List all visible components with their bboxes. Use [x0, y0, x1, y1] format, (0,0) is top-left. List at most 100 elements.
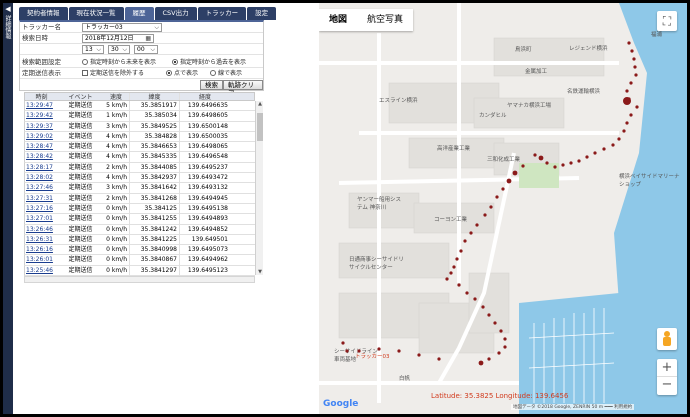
col-event[interactable]: イベント — [58, 93, 103, 101]
track-point[interactable] — [630, 49, 634, 53]
table-row[interactable]: 13:25:46 定期送信 0 km/h 35.3841297 139.6495123 — [24, 265, 255, 277]
track-point[interactable] — [625, 121, 629, 125]
table-scrollbar[interactable]: ▲ ▼ — [255, 101, 263, 275]
track-point[interactable] — [622, 129, 626, 133]
track-point[interactable] — [602, 147, 606, 151]
row-time-link[interactable]: 13:28:17 — [25, 163, 58, 172]
table-row[interactable]: 13:26:46 定期送信 0 km/h 35.3841242 139.6494852 — [24, 224, 255, 235]
detail-side-strip[interactable]: ◀ 詳細情報 — [3, 3, 13, 414]
track-point[interactable] — [533, 153, 537, 157]
hour-select[interactable]: 13 ⌵ — [82, 45, 104, 54]
track-point[interactable] — [455, 257, 459, 261]
track-point[interactable] — [632, 57, 636, 61]
map-view[interactable]: 福浦 レジェンド横浜 鳥浜町 金属加工 名鉄運輸横浜 エスライン横浜 ヤマナカ横… — [319, 3, 687, 414]
track-point[interactable] — [459, 249, 463, 253]
table-row[interactable]: 13:26:31 定期送信 0 km/h 35.3841225 139.649501 — [24, 234, 255, 246]
row-time-link[interactable]: 13:27:01 — [25, 214, 58, 223]
track-point[interactable] — [499, 329, 503, 333]
track-point[interactable] — [341, 341, 345, 345]
track-point[interactable] — [437, 357, 441, 361]
track-point[interactable] — [625, 89, 629, 93]
table-row[interactable]: 13:26:01 定期送信 0 km/h 35.3840867 139.6494962 — [24, 255, 255, 266]
clear-track-button[interactable]: 軌跡クリア — [223, 80, 263, 97]
pegman-icon[interactable] — [657, 328, 677, 350]
scroll-up-icon[interactable]: ▲ — [256, 101, 264, 107]
track-point[interactable] — [445, 277, 449, 281]
track-point[interactable] — [497, 351, 501, 355]
table-row[interactable]: 13:28:17 定期送信 2 km/h 35.3844085 139.6495237 — [24, 162, 255, 174]
search-button[interactable]: 検索 — [200, 80, 223, 90]
track-point[interactable] — [465, 291, 469, 295]
track-point[interactable] — [397, 349, 401, 353]
track-event-point[interactable] — [512, 170, 518, 176]
track-point[interactable] — [627, 41, 631, 45]
map-attribution[interactable]: 地図データ ©2018 Google, ZENRIN 50 m ━━━ 利用規約 — [511, 404, 635, 410]
track-point[interactable] — [493, 321, 497, 325]
current-position-marker[interactable] — [623, 97, 631, 105]
tab-settings[interactable]: 設定 — [247, 7, 277, 20]
track-point[interactable] — [521, 164, 525, 168]
google-logo[interactable]: Google — [323, 399, 358, 409]
row-time-link[interactable]: 13:29:47 — [25, 101, 58, 110]
tab-contract[interactable]: 契約者情報 — [19, 7, 68, 20]
track-point[interactable] — [611, 143, 615, 147]
collapse-arrow-icon[interactable]: ◀ — [3, 5, 13, 13]
track-point[interactable] — [585, 155, 589, 159]
track-point[interactable] — [635, 105, 639, 109]
map-type-map[interactable]: 地図 — [319, 9, 357, 31]
track-point[interactable] — [577, 159, 581, 163]
track-point[interactable] — [561, 163, 565, 167]
track-point[interactable] — [452, 265, 456, 269]
track-point[interactable] — [545, 161, 549, 165]
table-row[interactable]: 13:29:47 定期送信 5 km/h 35.3851917 139.6496635 — [24, 101, 255, 112]
row-time-link[interactable]: 13:25:46 — [25, 266, 58, 275]
tab-history[interactable]: 履歴 — [124, 7, 154, 20]
row-time-link[interactable]: 13:29:02 — [25, 132, 58, 141]
track-point[interactable] — [377, 347, 381, 351]
track-event-point[interactable] — [478, 360, 484, 366]
track-event-point[interactable] — [538, 155, 544, 161]
map-type-satellite[interactable]: 航空写真 — [357, 9, 413, 31]
table-row[interactable]: 13:28:42 定期送信 4 km/h 35.3845335 139.6496548 — [24, 152, 255, 163]
table-row[interactable]: 13:29:02 定期送信 4 km/h 35.384828 139.6500035 — [24, 131, 255, 143]
track-point[interactable] — [487, 357, 491, 361]
col-lng[interactable]: 経度 — [180, 93, 230, 101]
track-point[interactable] — [449, 271, 453, 275]
track-point[interactable] — [503, 345, 507, 349]
table-row[interactable]: 13:29:37 定期送信 3 km/h 35.3849525 139.6500148 — [24, 121, 255, 132]
row-time-link[interactable]: 13:27:31 — [25, 194, 58, 203]
track-point[interactable] — [593, 151, 597, 155]
row-time-link[interactable]: 13:28:02 — [25, 173, 58, 182]
range-past-radio[interactable]: 指定時刻から過去を表示 — [172, 57, 246, 68]
tracker-label[interactable]: トラッカー03 — [355, 352, 390, 360]
minute-select[interactable]: 30 ⌵ — [108, 45, 130, 54]
track-point[interactable] — [501, 187, 505, 191]
track-point[interactable] — [634, 73, 638, 77]
track-point[interactable] — [469, 231, 473, 235]
row-time-link[interactable]: 13:26:01 — [25, 255, 58, 264]
range-future-radio[interactable]: 指定時刻から未来を表示 — [82, 57, 156, 68]
table-row[interactable]: 13:28:02 定期送信 4 km/h 35.3842937 139.6493472 — [24, 173, 255, 184]
fullscreen-icon[interactable]: ⛶ — [657, 11, 677, 31]
tracker-select[interactable]: トラッカー03 ⌵ — [82, 23, 162, 32]
col-lat[interactable]: 緯度 — [130, 93, 180, 101]
row-time-link[interactable]: 13:29:37 — [25, 122, 58, 131]
display-dots-radio[interactable]: 点で表示 — [166, 68, 198, 79]
track-point[interactable] — [417, 353, 421, 357]
tab-status-list[interactable]: 現在状況一覧 — [68, 7, 124, 20]
tab-tracker[interactable]: トラッカー — [197, 7, 247, 20]
exclude-periodic-checkbox[interactable]: 定期送信を除外する — [82, 68, 144, 79]
row-time-link[interactable]: 13:28:47 — [25, 142, 58, 151]
track-point[interactable] — [481, 305, 485, 309]
row-time-link[interactable]: 13:27:16 — [25, 204, 58, 213]
track-point[interactable] — [489, 205, 493, 209]
zoom-out-button[interactable]: − — [657, 377, 677, 395]
track-point[interactable] — [487, 313, 491, 317]
row-time-link[interactable]: 13:27:46 — [25, 183, 58, 192]
row-time-link[interactable]: 13:26:31 — [25, 235, 58, 244]
zoom-in-button[interactable]: + — [657, 359, 677, 377]
col-time[interactable]: 時刻 — [25, 93, 58, 101]
track-point[interactable] — [483, 213, 487, 217]
track-point[interactable] — [495, 195, 499, 199]
row-time-link[interactable]: 13:26:46 — [25, 225, 58, 234]
